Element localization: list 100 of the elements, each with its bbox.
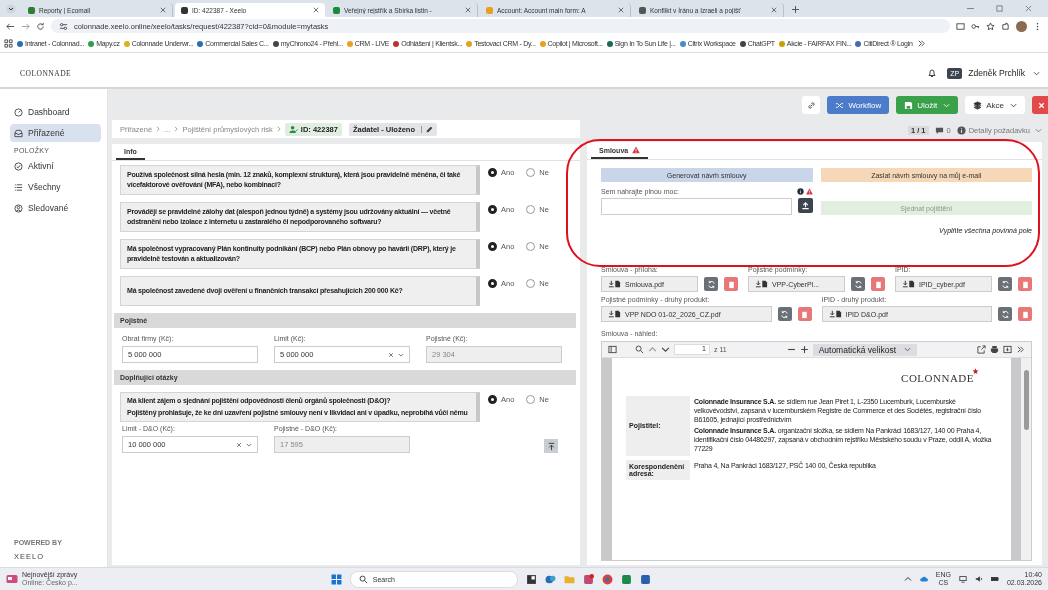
cloud-icon[interactable] [919, 575, 928, 583]
replace-button[interactable] [777, 307, 792, 321]
close-icon[interactable] [1025, 5, 1032, 12]
save-file-icon[interactable] [1003, 345, 1012, 354]
reload-icon[interactable] [36, 21, 45, 31]
radio-button[interactable] [526, 394, 536, 404]
print-icon[interactable] [990, 345, 999, 354]
radio-button[interactable] [488, 204, 497, 214]
close-button[interactable] [1032, 96, 1048, 114]
toolbar-button[interactable]: Akce [965, 96, 1025, 114]
radio-button[interactable] [526, 204, 536, 214]
download-file-icon [608, 280, 621, 288]
sidebar-item[interactable]: Aktivní [10, 157, 101, 175]
star-icon[interactable] [986, 21, 995, 31]
close-icon[interactable] [465, 7, 471, 13]
radio-button[interactable] [488, 241, 497, 251]
app-icon[interactable] [525, 573, 537, 585]
news-icon [6, 574, 18, 584]
zoom-select[interactable]: Automatická velikost [812, 343, 918, 356]
delete-button[interactable] [1018, 277, 1032, 291]
radio-button[interactable] [488, 278, 497, 288]
sidebar-item[interactable]: Všechny [10, 178, 101, 196]
user-menu[interactable]: Zdeněk Prchlík [968, 68, 1025, 78]
tab-list-icon[interactable] [6, 4, 16, 14]
chevron-down-icon[interactable] [661, 345, 670, 354]
delete-button[interactable] [1018, 307, 1032, 321]
radio-button[interactable] [488, 167, 497, 177]
upload-button[interactable] [797, 198, 813, 213]
key-icon[interactable] [971, 21, 980, 31]
chevron-down-icon[interactable] [1033, 69, 1040, 77]
plus-icon[interactable] [799, 345, 809, 354]
trash-icon [726, 279, 736, 289]
sidebar-toggle-icon[interactable] [608, 345, 617, 354]
chevron-down-icon [1010, 101, 1017, 109]
pencil-icon [421, 125, 434, 133]
close-icon[interactable] [771, 7, 777, 13]
delete-button[interactable] [797, 307, 812, 321]
speaker-icon[interactable] [974, 575, 983, 583]
trash-icon [1020, 279, 1030, 289]
back-icon[interactable] [6, 21, 15, 31]
close-icon [1036, 100, 1046, 110]
delete-button[interactable] [871, 277, 885, 291]
chevron-right-icon [275, 126, 282, 132]
sidebar-item[interactable]: Dashboard [10, 103, 101, 121]
scroll-top-button[interactable] [544, 439, 558, 453]
check-circle-icon [14, 161, 23, 171]
replace-button[interactable] [998, 277, 1012, 291]
refresh-icon [706, 279, 716, 289]
gauge-icon [14, 107, 23, 117]
upload-icon [800, 201, 810, 210]
replace-button[interactable] [704, 277, 718, 291]
scrollbar[interactable] [1021, 358, 1031, 560]
app-icon[interactable] [639, 573, 651, 585]
profile-avatar[interactable] [1016, 20, 1027, 32]
windows-icon[interactable] [330, 573, 342, 585]
battery-icon[interactable] [990, 575, 999, 583]
file-input-field[interactable] [601, 198, 792, 215]
delete-button[interactable] [724, 277, 738, 291]
bell-icon[interactable] [927, 68, 938, 78]
trash-icon [800, 309, 809, 319]
more-icon[interactable] [916, 39, 926, 48]
document-logo: COLONNADE [901, 372, 974, 384]
sidebar-item[interactable]: Přiřazené [10, 124, 101, 142]
new-tab-icon[interactable] [792, 6, 799, 13]
browser-icon[interactable] [601, 573, 613, 585]
chevron-up-icon[interactable] [648, 345, 657, 354]
refresh-icon [1000, 279, 1010, 289]
apps-grid-icon[interactable] [4, 39, 13, 48]
chevron-up-icon[interactable] [903, 575, 912, 583]
comment-icon [934, 125, 944, 135]
open-external-icon[interactable] [977, 345, 986, 354]
chevron-down-icon[interactable] [398, 351, 404, 358]
arrow-up-icon [546, 441, 556, 451]
user-check-icon [288, 124, 298, 134]
stack-icon [973, 100, 983, 110]
close-icon[interactable] [618, 7, 624, 13]
list-icon [14, 182, 23, 192]
close-icon[interactable] [160, 7, 166, 13]
link-button[interactable] [802, 96, 821, 114]
more-icon[interactable] [1016, 345, 1025, 354]
radio-button[interactable] [488, 394, 497, 404]
radio-button[interactable] [526, 241, 536, 251]
search-icon[interactable] [635, 345, 644, 354]
minimize-icon[interactable] [967, 5, 974, 12]
toolbar-button[interactable]: Workflow [827, 96, 890, 114]
chevron-down-icon[interactable] [246, 441, 252, 448]
radio-button[interactable] [526, 278, 536, 288]
forward-icon[interactable] [21, 21, 30, 31]
trash-icon [873, 279, 883, 289]
clear-icon[interactable] [388, 351, 394, 358]
radio-button[interactable] [526, 167, 536, 177]
replace-button[interactable] [851, 277, 865, 291]
replace-button[interactable] [998, 307, 1012, 321]
clear-icon[interactable] [236, 441, 242, 448]
site-settings-icon[interactable] [59, 21, 68, 31]
sidebar-item[interactable]: Sledované [10, 199, 101, 217]
chevron-down-icon [1035, 126, 1042, 134]
trash-icon [1020, 309, 1030, 319]
close-icon[interactable] [313, 7, 319, 13]
link-icon [806, 100, 816, 110]
